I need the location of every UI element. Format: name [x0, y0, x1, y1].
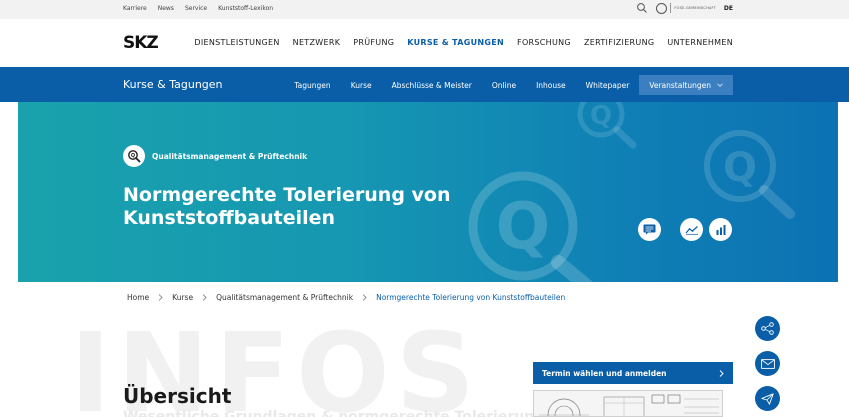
nav-kurse-tagungen[interactable]: KURSE & TAGUNGEN: [407, 38, 504, 47]
hero-action-buttons: [638, 218, 732, 241]
language-switch[interactable]: DE: [724, 5, 733, 12]
nav-dienstleistungen[interactable]: DIENSTLEISTUNGEN: [194, 38, 279, 47]
trend-chart-icon: [685, 225, 698, 235]
divider: [670, 3, 672, 13]
svg-text:Q: Q: [723, 145, 757, 191]
register-button[interactable]: Termin wählen und anmelden: [533, 362, 733, 384]
section-subnav: Kurse & Tagungen Tagungen Kurse Abschlüs…: [0, 67, 849, 102]
utility-link-service[interactable]: Service: [185, 5, 207, 12]
share-icon: [761, 322, 774, 335]
nav-netzwerk[interactable]: NETZWERK: [293, 38, 341, 47]
paper-plane-icon: [761, 392, 774, 405]
veranstaltungen-dropdown[interactable]: Veranstaltungen: [639, 75, 733, 95]
group-logo[interactable]: FOSE-GEMEINSCHAFT: [656, 2, 716, 14]
breadcrumb-category[interactable]: Qualitätsmanagement & Prüftechnik: [216, 293, 353, 302]
magnifier-icon: Q: [128, 150, 141, 163]
floating-actions: [755, 316, 780, 411]
subnav-whitepaper[interactable]: Whitepaper: [576, 81, 640, 90]
svg-text:Q: Q: [496, 190, 550, 264]
utility-links: Karriere News Service Kunststoff-Lexikon: [123, 5, 273, 12]
magnifier-q-icon: Q: [577, 102, 637, 149]
utility-link-news[interactable]: News: [158, 5, 174, 12]
utility-bar: Karriere News Service Kunststoff-Lexikon…: [0, 0, 849, 19]
speech-bubble-icon: [643, 224, 656, 235]
chevron-right-icon: [158, 294, 163, 301]
group-label: FOSE-GEMEINSCHAFT: [674, 6, 716, 10]
nav-unternehmen[interactable]: UNTERNEHMEN: [667, 38, 733, 47]
bar-chart-icon: [716, 224, 725, 235]
subnav-online[interactable]: Online: [482, 81, 526, 90]
subnav-kurse[interactable]: Kurse: [341, 81, 382, 90]
section-title[interactable]: Kurse & Tagungen: [123, 78, 223, 91]
trend-button[interactable]: [680, 218, 703, 241]
svg-text:Q: Q: [131, 153, 135, 159]
hero-category-label: Qualitätsmanagement & Prüftechnik: [152, 151, 308, 161]
course-thumbnail: [533, 390, 723, 417]
technical-drawing-image: [539, 394, 719, 416]
main-header: SKZ DIENSTLEISTUNGEN NETZWERK PRÜFUNG KU…: [0, 19, 849, 67]
subnav-inhouse[interactable]: Inhouse: [526, 81, 576, 90]
category-bubble: Q: [123, 145, 145, 167]
chevron-right-icon: [202, 294, 207, 301]
utility-link-lexikon[interactable]: Kunststoff-Lexikon: [218, 5, 273, 12]
hero-category[interactable]: Q Qualitätsmanagement & Prüftechnik: [123, 145, 307, 167]
magnifier-q-icon: Q: [468, 171, 593, 282]
info-button[interactable]: [638, 218, 661, 241]
statistics-button[interactable]: [709, 218, 732, 241]
subnav-items: Tagungen Kurse Abschlüsse & Meister Onli…: [284, 75, 733, 95]
send-button[interactable]: [755, 386, 780, 411]
breadcrumb-current: Normgerechte Tolerierung von Kunststoffb…: [376, 293, 566, 302]
utility-right: FOSE-GEMEINSCHAFT: [636, 2, 716, 14]
share-button[interactable]: [755, 316, 780, 341]
utility-link-karriere[interactable]: Karriere: [123, 5, 147, 12]
overview-subheading: Wesentliche Grundlagen & normgerechte To…: [123, 409, 545, 417]
globe-icon: [656, 2, 668, 14]
breadcrumb-kurse[interactable]: Kurse: [172, 293, 193, 302]
hero-banner: Q Q Q Q Qualitätsmanagement & Prüftechni…: [18, 102, 838, 282]
main-nav: DIENSTLEISTUNGEN NETZWERK PRÜFUNG KURSE …: [194, 38, 733, 47]
nav-pruefung[interactable]: PRÜFUNG: [353, 38, 394, 47]
magnifier-q-icon: Q: [704, 130, 795, 219]
overview-heading: Übersicht: [123, 384, 232, 408]
subnav-tagungen[interactable]: Tagungen: [284, 81, 340, 90]
search-icon[interactable]: [636, 2, 648, 14]
breadcrumb: Home Kurse Qualitätsmanagement & Prüftec…: [127, 293, 565, 302]
breadcrumb-home[interactable]: Home: [127, 293, 149, 302]
envelope-icon: [760, 358, 775, 369]
nav-zertifizierung[interactable]: ZERTIFIZIERUNG: [584, 38, 654, 47]
subnav-abschluesse[interactable]: Abschlüsse & Meister: [382, 81, 482, 90]
chevron-down-icon: [717, 83, 723, 87]
svg-text:Q: Q: [590, 102, 612, 131]
register-button-label: Termin wählen und anmelden: [542, 368, 667, 378]
email-button[interactable]: [755, 351, 780, 376]
hero-title: Normgerechte Tolerierung von Kunststoffb…: [123, 184, 451, 229]
nav-forschung[interactable]: FORSCHUNG: [517, 38, 571, 47]
chevron-right-icon: [362, 294, 367, 301]
skz-logo[interactable]: SKZ: [123, 33, 159, 53]
chevron-right-icon: [719, 369, 724, 377]
dropdown-label: Veranstaltungen: [649, 80, 711, 90]
